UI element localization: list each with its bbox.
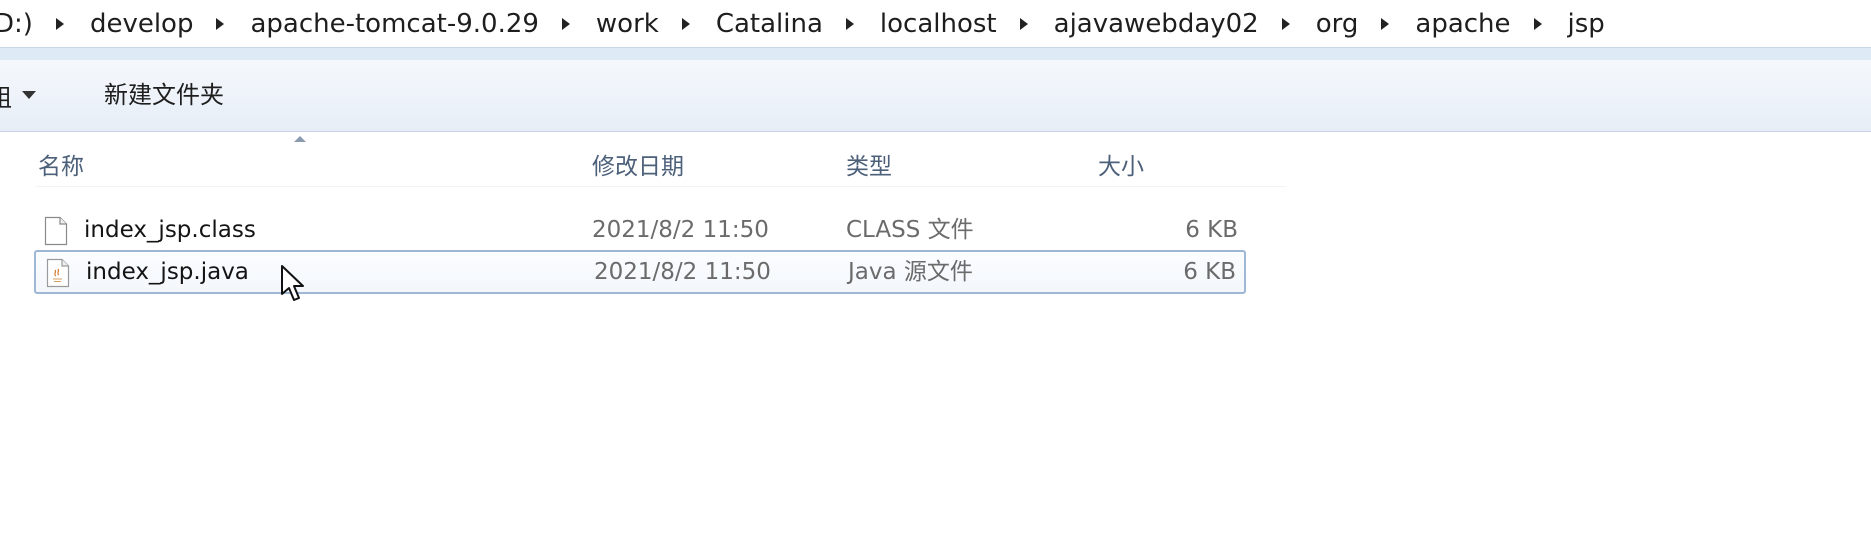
breadcrumb-develop[interactable]: develop <box>88 9 196 39</box>
file-type: Java 源文件 <box>848 259 973 285</box>
file-size: 6 KB <box>1183 259 1236 285</box>
breadcrumb-ajavawebday02[interactable]: ajavawebday02 <box>1052 9 1261 39</box>
file-name: index_jsp.class <box>84 217 256 243</box>
java-file-icon <box>46 258 70 288</box>
explorer-window: D:) develop apache-tomcat-9.0.29 work Ca… <box>0 0 1871 538</box>
breadcrumb-arrow-icon[interactable] <box>681 18 690 30</box>
breadcrumb-arrow-icon[interactable] <box>1281 18 1290 30</box>
breadcrumb-tomcat[interactable]: apache-tomcat-9.0.29 <box>248 9 540 39</box>
organize-button[interactable]: 组 <box>0 78 36 113</box>
breadcrumb-arrow-icon[interactable] <box>1381 18 1390 30</box>
file-row[interactable]: index_jsp.class 2021/8/2 11:50 CLASS 文件 … <box>34 210 1246 254</box>
breadcrumb-org[interactable]: org <box>1314 9 1361 39</box>
file-list: 名称 修改日期 类型 大小 index_jsp.class 2021/8/2 1… <box>0 132 1871 538</box>
breadcrumb-catalina[interactable]: Catalina <box>714 9 825 39</box>
column-header-size[interactable]: 大小 <box>1098 152 1144 182</box>
dropdown-arrow-icon <box>22 91 36 99</box>
breadcrumb-arrow-icon[interactable] <box>216 18 225 30</box>
breadcrumb-arrow-icon[interactable] <box>561 18 570 30</box>
file-name: index_jsp.java <box>86 259 249 285</box>
file-date: 2021/8/2 11:50 <box>592 217 769 243</box>
breadcrumb-arrow-icon[interactable] <box>55 18 64 30</box>
command-bar: 组 新建文件夹 <box>0 48 1871 132</box>
file-date: 2021/8/2 11:50 <box>594 259 771 285</box>
file-size: 6 KB <box>1185 217 1238 243</box>
header-divider <box>36 186 1286 187</box>
column-header-type[interactable]: 类型 <box>846 152 892 182</box>
new-folder-button[interactable]: 新建文件夹 <box>104 80 224 110</box>
breadcrumb-apache[interactable]: apache <box>1413 9 1512 39</box>
breadcrumb: D:) develop apache-tomcat-9.0.29 work Ca… <box>0 8 1607 40</box>
file-row-selected[interactable]: index_jsp.java 2021/8/2 11:50 Java 源文件 6… <box>34 250 1246 294</box>
breadcrumb-jsp[interactable]: jsp <box>1566 9 1607 39</box>
organize-label: 组 <box>0 78 12 113</box>
breadcrumb-arrow-icon[interactable] <box>845 18 854 30</box>
sort-ascending-icon <box>294 136 306 142</box>
address-bar[interactable]: D:) develop apache-tomcat-9.0.29 work Ca… <box>0 0 1871 48</box>
breadcrumb-drive[interactable]: D:) <box>0 9 35 39</box>
blank-file-icon <box>44 216 68 246</box>
file-type: CLASS 文件 <box>846 217 974 243</box>
breadcrumb-arrow-icon[interactable] <box>1533 18 1542 30</box>
column-header-date[interactable]: 修改日期 <box>592 152 684 182</box>
breadcrumb-localhost[interactable]: localhost <box>878 9 999 39</box>
column-header-name[interactable]: 名称 <box>38 152 84 182</box>
breadcrumb-arrow-icon[interactable] <box>1019 18 1028 30</box>
breadcrumb-work[interactable]: work <box>594 9 661 39</box>
